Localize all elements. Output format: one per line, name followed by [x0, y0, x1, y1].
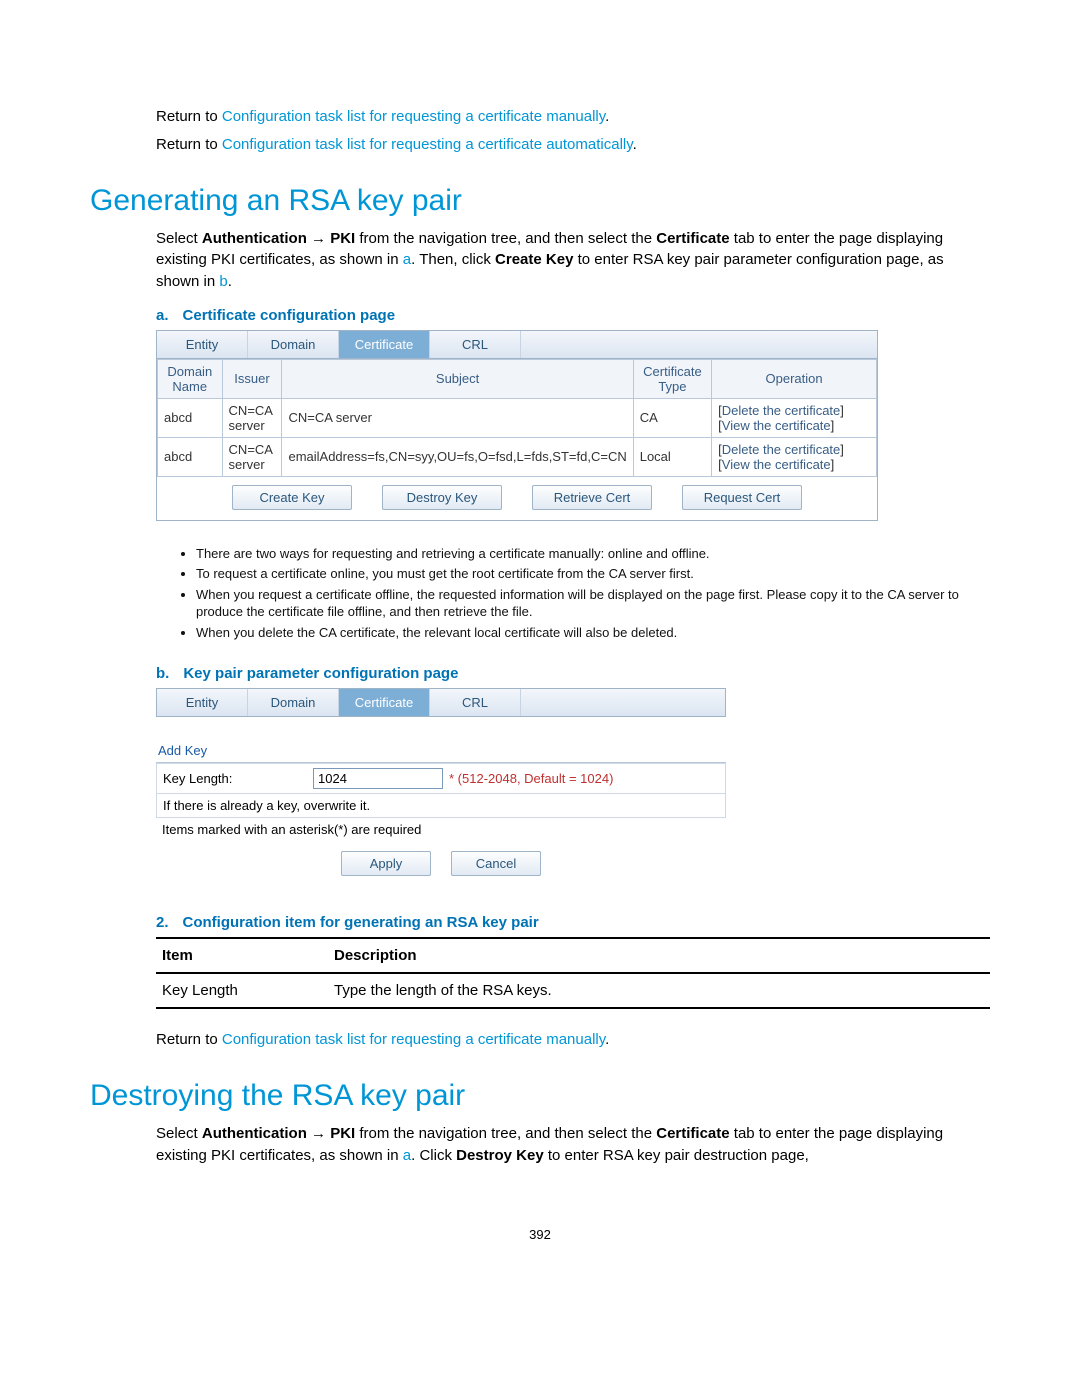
tab-entity[interactable]: Entity [157, 331, 248, 358]
table-row: abcd CN=CA server emailAddress=fs,CN=syy… [158, 437, 877, 476]
return-auto-line: Return to Configuration task list for re… [156, 134, 990, 156]
list-item: When you delete the CA certificate, the … [196, 624, 990, 642]
asterisk-note: Items marked with an asterisk(*) are req… [156, 818, 726, 841]
certificate-table: Domain Name Issuer Subject Certificate T… [157, 359, 877, 477]
section-destroying-title: Destroying the RSA key pair [90, 1079, 990, 1113]
key-pair-screenshot: Entity Domain Certificate CRL Add Key Ke… [156, 688, 726, 886]
tab-bar-b: Entity Domain Certificate CRL [157, 689, 725, 717]
cancel-button[interactable]: Cancel [451, 851, 541, 876]
view-cert-link[interactable]: View the certificate [722, 457, 831, 472]
return-prefix-2: Return to [156, 136, 222, 153]
key-length-input[interactable] [313, 768, 443, 789]
key-length-row: Key Length: * (512-2048, Default = 1024) [156, 763, 726, 794]
certificate-config-screenshot: Entity Domain Certificate CRL Domain Nam… [156, 330, 878, 521]
th-item: Item [156, 938, 328, 973]
ref-a-2[interactable]: a [403, 1147, 411, 1164]
notes-list: There are two ways for requesting and re… [196, 545, 990, 642]
tab-crl[interactable]: CRL [430, 689, 521, 716]
list-item: When you request a certificate offline, … [196, 586, 990, 621]
th-domain-name: Domain Name [158, 359, 223, 398]
tab-bar-a: Entity Domain Certificate CRL [157, 331, 877, 359]
th-issuer: Issuer [222, 359, 282, 398]
section2-para: Select Authentication → PKI from the nav… [156, 1123, 990, 1167]
config-item-table: Item Description Key Length Type the len… [156, 937, 990, 1009]
link-auto[interactable]: Configuration task list for requesting a… [222, 136, 633, 153]
list-item: To request a certificate online, you mus… [196, 565, 990, 583]
key-button-row: Apply Cancel [156, 841, 726, 886]
tab-domain[interactable]: Domain [248, 331, 339, 358]
return-prefix: Return to [156, 108, 222, 125]
cert-button-row: Create Key Destroy Key Retrieve Cert Req… [157, 477, 877, 520]
table-row: Key Length Type the length of the RSA ke… [156, 973, 990, 1008]
request-cert-button[interactable]: Request Cert [682, 485, 802, 510]
th-operation: Operation [712, 359, 877, 398]
figure-a-caption: a.Certificate configuration page [156, 307, 990, 324]
delete-cert-link[interactable]: Delete the certificate [722, 442, 841, 457]
th-subject: Subject [282, 359, 633, 398]
view-cert-link[interactable]: View the certificate [722, 418, 831, 433]
tab-domain[interactable]: Domain [248, 689, 339, 716]
tab-crl[interactable]: CRL [430, 331, 521, 358]
overwrite-row: If there is already a key, overwrite it. [156, 794, 726, 818]
key-length-label: Key Length: [163, 771, 313, 786]
section-generating-title: Generating an RSA key pair [90, 184, 990, 218]
list-item: There are two ways for requesting and re… [196, 545, 990, 563]
add-key-heading: Add Key [156, 717, 726, 763]
destroy-key-button[interactable]: Destroy Key [382, 485, 502, 510]
delete-cert-link[interactable]: Delete the certificate [722, 403, 841, 418]
link-manual[interactable]: Configuration task list for requesting a… [222, 108, 605, 125]
ref-a[interactable]: a [403, 251, 411, 268]
return-manual-2: Return to Configuration task list for re… [156, 1029, 990, 1051]
th-cert-type: Certificate Type [633, 359, 711, 398]
figure-2-caption: 2.Configuration item for generating an R… [156, 914, 990, 931]
figure-b-caption: b.Key pair parameter configuration page [156, 665, 990, 682]
table-row: abcd CN=CA server CN=CA server CA [Delet… [158, 398, 877, 437]
ref-b[interactable]: b [219, 273, 227, 290]
tab-certificate[interactable]: Certificate [339, 331, 430, 358]
return-manual-line: Return to Configuration task list for re… [156, 106, 990, 128]
tab-entity[interactable]: Entity [157, 689, 248, 716]
apply-button[interactable]: Apply [341, 851, 431, 876]
page-number: 392 [90, 1227, 990, 1242]
th-description: Description [328, 938, 990, 973]
retrieve-cert-button[interactable]: Retrieve Cert [532, 485, 652, 510]
create-key-button[interactable]: Create Key [232, 485, 352, 510]
section1-para: Select Authentication → PKI from the nav… [156, 228, 990, 293]
key-length-hint: * (512-2048, Default = 1024) [449, 771, 613, 786]
link-manual-2[interactable]: Configuration task list for requesting a… [222, 1031, 605, 1048]
tab-certificate[interactable]: Certificate [339, 689, 430, 716]
